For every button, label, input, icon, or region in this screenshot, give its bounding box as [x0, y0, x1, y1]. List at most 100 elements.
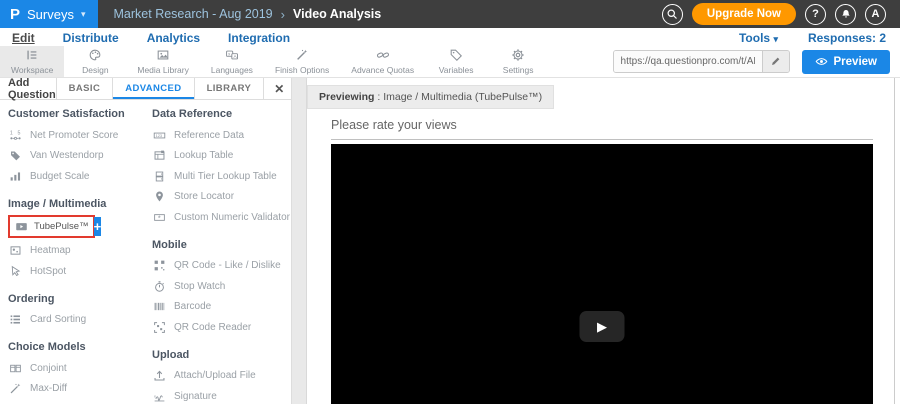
tab-library[interactable]: LIBRARY: [194, 78, 264, 99]
section-upload: UploadAttach/Upload FilexSignature: [152, 349, 290, 404]
question-type-label: Van Westendorp: [30, 150, 104, 161]
toolbar-design[interactable]: Design: [64, 46, 126, 77]
toolbar-item-label: Variables: [439, 65, 474, 75]
question-type-label: QR Code - Like / Dislike: [174, 260, 281, 271]
map-pin-icon: [152, 190, 167, 203]
question-type-net-promoter-score[interactable]: 15Net Promoter Score: [8, 125, 144, 146]
play-button[interactable]: ▶: [580, 311, 625, 342]
heatmap-icon: [8, 244, 23, 257]
notifications-button[interactable]: [835, 4, 856, 25]
survey-toolbar: WorkspaceDesignMedia LibraryxALanguagesF…: [0, 46, 900, 78]
previewing-chip: Previewing : Image / Multimedia (TubePul…: [307, 85, 554, 109]
toolbar-variables[interactable]: Variables: [425, 46, 487, 77]
nav-analytics[interactable]: Analytics: [147, 31, 200, 45]
question-type-attach-upload-file[interactable]: Attach/Upload File: [152, 366, 290, 387]
question-type-conjoint[interactable]: Conjoint: [8, 358, 144, 379]
question-text: Please rate your views: [331, 118, 900, 132]
toolbar-item-label: Settings: [503, 65, 534, 75]
main-area: Add Question BASICADVANCEDLIBRARY ✕ Cust…: [0, 78, 900, 404]
previewing-chip-label: : Image / Multimedia (TubePulse™): [374, 91, 542, 103]
question-type-reference-data[interactable]: 123 Reference Data: [152, 125, 290, 146]
lookup-table-icon: [152, 149, 167, 162]
svg-text:*: *: [158, 213, 161, 222]
panel-scrollbar[interactable]: [292, 78, 307, 404]
product-switcher-label: Surveys: [27, 7, 74, 22]
help-button[interactable]: ?: [805, 4, 826, 25]
panel-header: Add Question BASICADVANCEDLIBRARY ✕: [0, 78, 291, 100]
tools-menu[interactable]: Tools ▾: [739, 31, 778, 45]
panel-body: Customer Satisfaction 15Net Promoter Scor…: [0, 100, 291, 404]
breadcrumb-current: Video Analysis: [293, 7, 381, 21]
toolbar-languages[interactable]: xALanguages: [200, 46, 264, 77]
upgrade-button[interactable]: Upgrade Now: [692, 3, 796, 25]
nav-edit[interactable]: Edit: [12, 31, 35, 45]
edit-url-button[interactable]: [762, 51, 789, 72]
question-type-signature[interactable]: xSignature: [152, 386, 290, 404]
design-icon: [88, 48, 102, 64]
toolbar-item-label: Advance Quotas: [351, 65, 414, 75]
search-button[interactable]: [662, 4, 683, 25]
question-type-budget-scale[interactable]: Budget Scale: [8, 166, 144, 187]
video-player[interactable]: ▶: [331, 144, 873, 404]
barcode-icon: [152, 300, 167, 313]
toolbar-settings[interactable]: Settings: [487, 46, 549, 77]
svg-text:1: 1: [10, 130, 13, 136]
settings-icon: [511, 48, 525, 64]
media-library-icon: [156, 48, 170, 64]
question-type-label: Conjoint: [30, 363, 67, 374]
toolbar-media-library[interactable]: Media Library: [126, 46, 200, 77]
card-sorting-icon: [8, 313, 23, 326]
toolbar-item-label: Languages: [211, 65, 253, 75]
question-type-custom-numeric-validator[interactable]: *Custom Numeric Validator: [152, 207, 290, 228]
bell-icon: [840, 8, 852, 20]
svg-text:x: x: [154, 393, 156, 398]
section-header: Image / Multimedia: [8, 198, 144, 210]
question-type-label: Heatmap: [30, 245, 71, 256]
close-icon: ✕: [274, 82, 284, 96]
section-data-reference: Data Reference123Reference DataLookup Ta…: [152, 108, 290, 228]
section-mobile: MobileQR Code - Like / DislikeStop Watch…: [152, 239, 290, 338]
section-header: Choice Models: [8, 341, 144, 353]
product-switcher[interactable]: P Surveys ▾: [0, 0, 98, 28]
question-type-label: Store Locator: [174, 191, 234, 202]
nav-right: Tools ▾ Responses: 2: [739, 31, 886, 45]
tab-advanced[interactable]: ADVANCED: [112, 78, 193, 99]
responses-link[interactable]: Responses: 2: [808, 31, 886, 45]
question-type-qr-code-reader[interactable]: QR Code Reader: [152, 317, 290, 338]
upload-icon: [152, 369, 167, 382]
nav-distribute[interactable]: Distribute: [63, 31, 119, 45]
toolbar-finish-options[interactable]: Finish Options: [264, 46, 340, 77]
question-type-store-locator[interactable]: Store Locator: [152, 187, 290, 208]
close-panel-button[interactable]: ✕: [263, 78, 294, 99]
question-type-label: Lookup Table: [174, 150, 233, 161]
tab-basic[interactable]: BASIC: [56, 78, 113, 99]
preview-button[interactable]: Preview: [802, 50, 890, 74]
video-container: ▶: [331, 139, 873, 404]
section-header: Customer Satisfaction: [8, 108, 144, 120]
question-type-barcode[interactable]: Barcode: [152, 297, 290, 318]
toolbar-advance-quotas[interactable]: Advance Quotas: [340, 46, 425, 77]
question-type-label: Card Sorting: [30, 314, 86, 325]
qr-code-icon: [152, 259, 167, 272]
toolbar-workspace[interactable]: Workspace: [0, 46, 64, 77]
question-type-heatmap[interactable]: Heatmap: [8, 241, 144, 262]
question-type-qr-code-like-dislike[interactable]: QR Code - Like / Dislike: [152, 256, 290, 277]
question-type-max-diff[interactable]: Max-Diff: [8, 379, 144, 400]
question-type-multi-tier-lookup-table[interactable]: Multi Tier Lookup Table: [152, 166, 290, 187]
question-type-van-westendorp[interactable]: Van Westendorp: [8, 146, 144, 167]
add-question-button[interactable]: +: [94, 217, 102, 236]
nav-integration[interactable]: Integration: [228, 31, 290, 45]
question-type-label: Reference Data: [174, 130, 244, 141]
question-type-hotspot[interactable]: HotSpot: [8, 261, 144, 282]
question-type-card-sorting[interactable]: Card Sorting: [8, 310, 144, 331]
reference-data-icon: 123: [152, 129, 167, 142]
breadcrumb-survey-name[interactable]: Market Research - Aug 2019: [114, 7, 273, 21]
avatar[interactable]: A: [865, 4, 886, 25]
question-type-lookup-table[interactable]: Lookup Table: [152, 146, 290, 167]
svg-text:123: 123: [156, 133, 163, 138]
question-type-stop-watch[interactable]: Stop Watch: [152, 276, 290, 297]
survey-url-group: [613, 50, 790, 73]
survey-url-input[interactable]: [614, 51, 762, 72]
net-promoter-score-icon: 15: [8, 129, 23, 142]
question-type-tubepulse[interactable]: TubePulse™+: [8, 215, 95, 238]
